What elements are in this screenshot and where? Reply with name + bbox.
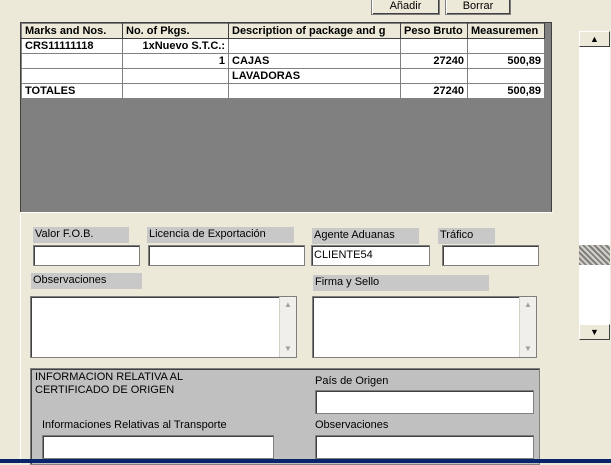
transporte-label: Informaciones Relativas al Transporte bbox=[42, 419, 227, 431]
observaciones-scrollbar[interactable]: ▲ ▼ bbox=[279, 297, 296, 357]
scroll-down-arrow-icon[interactable]: ▼ bbox=[579, 324, 610, 340]
grid-cell[interactable]: 1 bbox=[122, 53, 229, 69]
grid-cell[interactable]: LAVADORAS bbox=[228, 68, 401, 84]
grid-cell[interactable] bbox=[122, 83, 229, 99]
page-scrollbar[interactable]: ▲ ▼ bbox=[579, 31, 610, 340]
grid-cell[interactable] bbox=[122, 68, 229, 84]
valor-fob-input[interactable] bbox=[33, 245, 140, 266]
observaciones-label: Observaciones bbox=[31, 273, 142, 289]
transporte-input[interactable] bbox=[42, 435, 274, 459]
col-header-peso[interactable]: Peso Bruto bbox=[400, 23, 468, 39]
certificado-title-line2: CERTIFICADO DE ORIGEN bbox=[35, 384, 175, 396]
scrollbar-thumb[interactable] bbox=[579, 245, 610, 265]
agente-input[interactable]: CLIENTE54 bbox=[311, 245, 430, 266]
table-row[interactable]: CRS11111118 1xNuevo S.T.C.: bbox=[21, 38, 545, 54]
pais-origen-label: País de Origen bbox=[315, 375, 389, 387]
grid-cell[interactable] bbox=[228, 83, 401, 99]
pais-origen-input[interactable] bbox=[315, 390, 534, 414]
scroll-up-arrow-icon[interactable]: ▲ bbox=[521, 298, 535, 312]
scroll-down-arrow-icon[interactable]: ▼ bbox=[281, 342, 295, 356]
firma-textarea[interactable]: ▲ ▼ bbox=[312, 296, 537, 358]
col-header-pkgs[interactable]: No. of Pkgs. bbox=[122, 23, 229, 39]
trafico-label: Tráfico bbox=[438, 228, 495, 244]
table-row[interactable]: LAVADORAS bbox=[21, 68, 545, 84]
grid-cell[interactable] bbox=[467, 38, 545, 54]
grid-cell[interactable]: TOTALES bbox=[21, 83, 123, 99]
packages-table: Marks and Nos. No. of Pkgs. Description … bbox=[21, 23, 545, 99]
grid-cell[interactable] bbox=[400, 38, 468, 54]
trafico-input[interactable] bbox=[442, 245, 539, 266]
certificado-title: INFORMACION RELATIVA AL CERTIFICADO DE O… bbox=[35, 371, 235, 397]
grid-cell[interactable] bbox=[467, 68, 545, 84]
grid-cell[interactable] bbox=[21, 68, 123, 84]
grid-cell[interactable]: 500,89 bbox=[467, 53, 545, 69]
agente-label: Agente Aduanas bbox=[312, 228, 419, 244]
firma-scrollbar[interactable]: ▲ ▼ bbox=[519, 297, 536, 357]
grid-cell[interactable] bbox=[400, 68, 468, 84]
table-row[interactable]: 1 CAJAS 27240 500,89 bbox=[21, 53, 545, 69]
licencia-label: Licencia de Exportación bbox=[147, 227, 294, 243]
scroll-up-arrow-icon[interactable]: ▲ bbox=[281, 298, 295, 312]
licencia-input[interactable] bbox=[148, 245, 305, 266]
grid-cell[interactable] bbox=[21, 53, 123, 69]
grid-cell[interactable]: 1xNuevo S.T.C.: bbox=[122, 38, 229, 54]
certificado-title-line1: INFORMACION RELATIVA AL bbox=[35, 371, 184, 383]
scroll-up-arrow-icon[interactable]: ▲ bbox=[579, 31, 610, 47]
observaciones-textarea[interactable]: ▲ ▼ bbox=[30, 296, 297, 358]
delete-button[interactable]: Borrar bbox=[445, 0, 511, 15]
grid-header-row: Marks and Nos. No. of Pkgs. Description … bbox=[21, 23, 545, 39]
scroll-down-arrow-icon[interactable]: ▼ bbox=[521, 342, 535, 356]
grid-cell[interactable]: 500,89 bbox=[467, 83, 545, 99]
cert-observaciones-label: Observaciones bbox=[315, 419, 389, 431]
window-bottom-border bbox=[0, 459, 611, 463]
col-header-marks[interactable]: Marks and Nos. bbox=[21, 23, 123, 39]
grid-cell[interactable] bbox=[228, 38, 401, 54]
valor-fob-label: Valor F.O.B. bbox=[33, 227, 129, 243]
col-header-description[interactable]: Description of package and g bbox=[228, 23, 401, 39]
grid-cell[interactable]: 27240 bbox=[400, 83, 468, 99]
grid-cell[interactable]: CAJAS bbox=[228, 53, 401, 69]
col-header-measurement[interactable]: Measuremen bbox=[467, 23, 545, 39]
grid-cell[interactable]: 27240 bbox=[400, 53, 468, 69]
firma-label: Firma y Sello bbox=[313, 275, 489, 291]
add-button[interactable]: Añadir bbox=[371, 0, 440, 15]
table-row-totals[interactable]: TOTALES 27240 500,89 bbox=[21, 83, 545, 99]
packages-grid[interactable]: Marks and Nos. No. of Pkgs. Description … bbox=[20, 22, 552, 214]
grid-cell[interactable]: CRS11111118 bbox=[21, 38, 123, 54]
cert-observaciones-input[interactable] bbox=[315, 435, 534, 459]
